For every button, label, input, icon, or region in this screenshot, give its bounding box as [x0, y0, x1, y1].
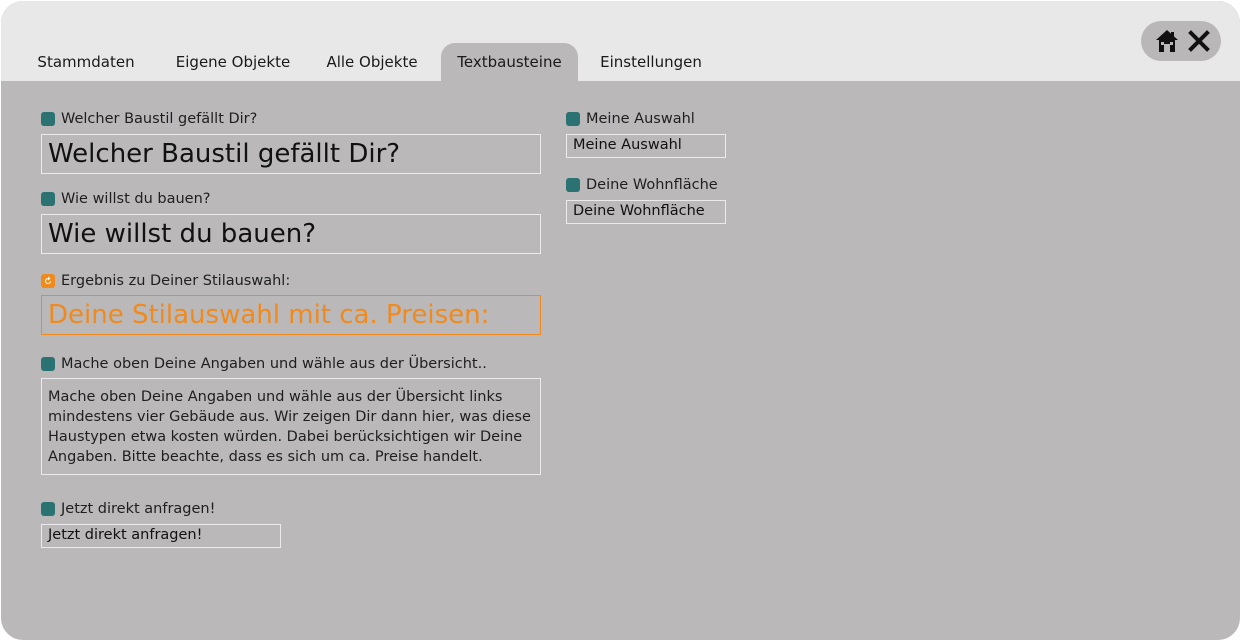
hint-label-row: Mache oben Deine Angaben und wähle aus d…: [41, 356, 487, 372]
teal-square-icon: [41, 192, 55, 206]
area-field[interactable]: Deine Wohnfläche: [566, 200, 726, 224]
cta-label: Jetzt direkt anfragen!: [61, 501, 216, 517]
selection-label-row: Meine Auswahl: [566, 111, 695, 127]
q1-field[interactable]: Welcher Baustil gefällt Dir?: [41, 134, 541, 174]
result-label: Ergebnis zu Deiner Stilauswahl:: [61, 273, 291, 289]
tab-textbausteine[interactable]: Textbausteine: [441, 43, 578, 81]
refresh-icon: [41, 274, 55, 288]
tab-einstellungen[interactable]: Einstellungen: [591, 43, 711, 81]
window-controls: [1141, 21, 1221, 61]
teal-square-icon: [41, 112, 55, 126]
teal-square-icon: [41, 502, 55, 516]
teal-square-icon: [566, 112, 580, 126]
area-label: Deine Wohnfläche: [586, 177, 718, 193]
q2-label-row: Wie willst du bauen?: [41, 191, 210, 207]
result-field[interactable]: Deine Stilauswahl mit ca. Preisen:: [41, 295, 541, 335]
q2-field[interactable]: Wie willst du bauen?: [41, 214, 541, 254]
teal-square-icon: [566, 178, 580, 192]
hint-textarea[interactable]: Mache oben Deine Angaben und wähle aus d…: [41, 378, 541, 475]
cta-label-row: Jetzt direkt anfragen!: [41, 501, 215, 517]
close-icon[interactable]: [1185, 27, 1213, 55]
editor-window: Stammdaten Eigene Objekte Alle Objekte T…: [1, 1, 1240, 640]
teal-square-icon: [41, 357, 55, 371]
q2-label: Wie willst du bauen?: [61, 191, 211, 207]
tab-eigene-objekte[interactable]: Eigene Objekte: [163, 43, 303, 81]
tab-alle-objekte[interactable]: Alle Objekte: [317, 43, 427, 81]
tab-stammdaten[interactable]: Stammdaten: [27, 43, 145, 81]
selection-field[interactable]: Meine Auswahl: [566, 134, 726, 158]
q1-label-row: Welcher Baustil gefällt Dir?: [41, 111, 257, 127]
tab-bar: Stammdaten Eigene Objekte Alle Objekte T…: [1, 1, 1240, 81]
area-label-row: Deine Wohnfläche: [566, 177, 718, 193]
hint-label: Mache oben Deine Angaben und wähle aus d…: [61, 356, 487, 372]
selection-label: Meine Auswahl: [586, 111, 695, 127]
cta-field[interactable]: Jetzt direkt anfragen!: [41, 524, 281, 548]
q1-label: Welcher Baustil gefällt Dir?: [61, 111, 258, 127]
result-label-row: Ergebnis zu Deiner Stilauswahl:: [41, 273, 290, 289]
home-icon[interactable]: [1153, 27, 1181, 55]
